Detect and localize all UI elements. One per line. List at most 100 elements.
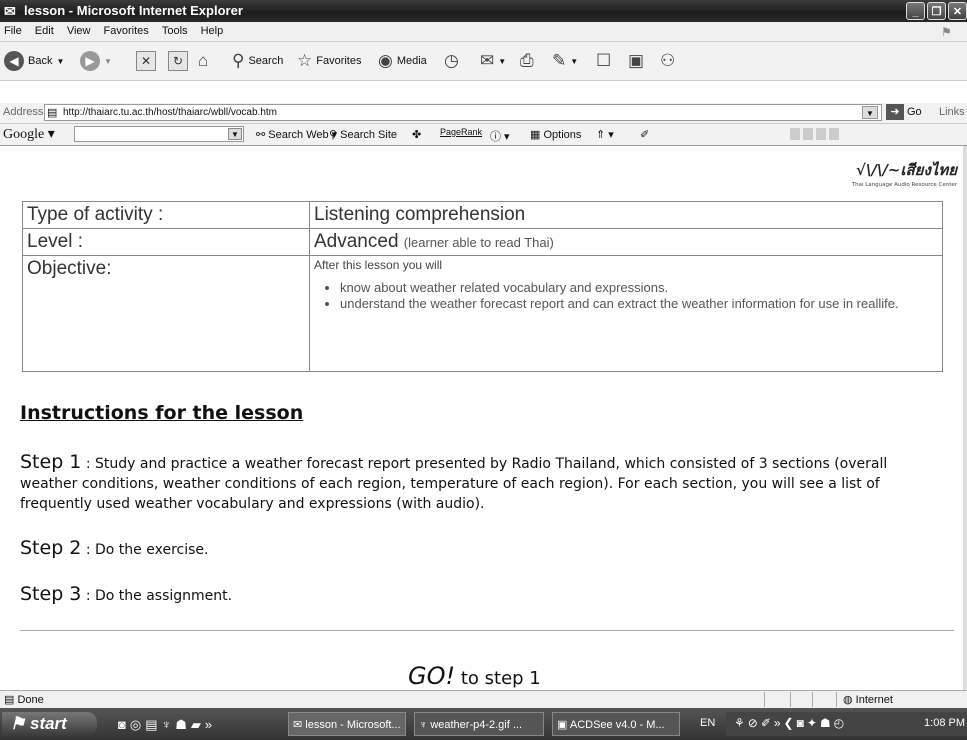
options-button[interactable]: ▦ Options xyxy=(530,128,581,141)
status-separator xyxy=(812,692,813,707)
address-label: Address xyxy=(3,106,44,118)
go-button[interactable]: ➜ Go xyxy=(886,104,934,122)
back-arrow-icon: ◀ xyxy=(4,51,24,71)
menu-view[interactable]: View xyxy=(67,22,91,41)
favorites-button[interactable]: ☆ Favorites xyxy=(297,49,362,73)
stop-button[interactable]: ✕ xyxy=(136,49,156,73)
go-arrow-icon: ➜ xyxy=(886,104,904,120)
mail-dropdown-icon: ▼ xyxy=(498,56,507,66)
menu-tools[interactable]: Tools xyxy=(162,22,188,41)
instructions-heading: Instructions for the lesson xyxy=(20,402,304,424)
logo-subtitle: Thai Language Audio Resource Center xyxy=(851,182,957,188)
list-item: understand the weather forecast report a… xyxy=(340,296,938,312)
language-indicator[interactable]: EN xyxy=(700,717,715,729)
vertical-scrollbar[interactable] xyxy=(963,146,967,690)
table-row: Type of activity : Listening comprehensi… xyxy=(22,201,943,229)
search-site-button[interactable]: ⚲ Search Site xyxy=(329,128,397,141)
browser-icon[interactable]: ◎ xyxy=(130,717,145,732)
globe-icon: ◍ xyxy=(843,694,853,706)
app-icon[interactable]: ☗ xyxy=(175,717,191,732)
security-zone: ◍ Internet xyxy=(843,694,893,706)
address-url: http://thaiarc.tu.ac.th/host/thaiarc/wbl… xyxy=(63,107,277,118)
address-dropdown-icon[interactable]: ▼ xyxy=(862,106,878,119)
news-icon[interactable]: ✤ xyxy=(412,128,421,141)
search-label: Search xyxy=(248,55,284,67)
app-icon[interactable]: ♆ xyxy=(162,717,176,732)
google-logo[interactable]: Google ▾ xyxy=(3,126,55,143)
up-folder-icon[interactable]: ⇑ ▾ xyxy=(596,128,614,141)
back-button[interactable]: ◀ Back ▼ xyxy=(4,49,64,73)
media-button[interactable]: ◉ Media xyxy=(378,49,427,73)
restore-button[interactable]: ❐ xyxy=(927,2,946,20)
notepad-icon[interactable]: ▤ xyxy=(145,717,161,732)
print-icon: ⎙ xyxy=(520,51,534,70)
menu-file[interactable]: File xyxy=(4,22,22,41)
search-button[interactable]: ⚲ Search xyxy=(232,49,283,73)
go-to-step-1-link[interactable]: GO! to step 1 xyxy=(408,662,541,690)
favorites-label: Favorites xyxy=(316,55,362,67)
discuss-button[interactable]: ☐ xyxy=(596,49,611,73)
start-button[interactable]: ⚑ start xyxy=(2,712,97,736)
edit-button[interactable]: ✎ ▼ xyxy=(552,49,578,73)
back-dropdown-icon: ▼ xyxy=(56,56,65,66)
print-button[interactable]: ⎙ xyxy=(520,49,534,73)
links-button[interactable]: Links xyxy=(939,106,965,118)
objective-list: know about weather related vocabulary an… xyxy=(314,280,938,312)
more-icon[interactable]: » xyxy=(205,717,216,732)
contacts-button[interactable]: ⚇ xyxy=(660,49,675,73)
edit-dropdown-icon: ▼ xyxy=(570,56,579,66)
status-separator xyxy=(764,692,765,707)
step-text: : Do the exercise. xyxy=(85,542,209,558)
level-value: Advanced xyxy=(314,231,399,252)
google-dropdown-icon[interactable]: ▼ xyxy=(228,128,242,140)
folder-icon[interactable]: ▰ xyxy=(191,717,205,732)
options-icon: ▦ xyxy=(530,129,541,141)
info-icon[interactable]: ⓘ ▾ xyxy=(490,128,510,144)
highlighter-icon[interactable]: ✐ xyxy=(640,128,649,141)
forward-arrow-icon: ▶ xyxy=(80,51,100,71)
menu-favorites[interactable]: Favorites xyxy=(104,22,149,41)
go-to-text: to step 1 xyxy=(460,668,541,689)
mail-icon: ✉ xyxy=(480,51,495,70)
desktop-icon[interactable]: ◙ xyxy=(118,717,130,732)
binoculars-icon: ⚯ xyxy=(256,129,266,141)
level-label: Level : xyxy=(22,228,310,256)
minimize-button[interactable]: _ xyxy=(906,2,925,20)
mail-button[interactable]: ✉ ▼ xyxy=(480,49,506,73)
status-text: ▤ Done xyxy=(4,694,44,706)
menu-help[interactable]: Help xyxy=(201,22,224,41)
page-icon: ▤ xyxy=(47,107,58,119)
forward-button[interactable]: ▶ ▼ xyxy=(80,49,112,73)
clock: 1:08 PM xyxy=(924,717,965,729)
objective-cell: After this lesson you will know about we… xyxy=(309,255,943,372)
refresh-button[interactable]: ↻ xyxy=(168,49,188,73)
refresh-icon: ↻ xyxy=(168,51,188,71)
waveform-icon: √\/\/~ xyxy=(856,161,901,179)
home-button[interactable]: ⌂ xyxy=(198,49,208,73)
type-value: Listening comprehension xyxy=(309,201,943,229)
history-icon: ◷ xyxy=(444,51,459,70)
lesson-info-table: Type of activity : Listening comprehensi… xyxy=(22,201,943,372)
history-button[interactable]: ◷ xyxy=(444,49,459,73)
tray-icons[interactable]: ⚘⊘✐»❮◙✦☗◴ xyxy=(734,716,847,730)
step-label: Step 1 xyxy=(20,451,82,473)
taskbar: ⚑ start ◙◎▤♆☗▰» ✉ lesson - Microsoft... … xyxy=(0,708,967,740)
messenger-button[interactable]: ▣ xyxy=(628,49,644,73)
step-2: Step 2 : Do the exercise. xyxy=(20,538,945,560)
search-web-button[interactable]: ⚯ Search Web ▾ xyxy=(256,128,337,141)
page-done-icon: ▤ xyxy=(4,694,15,706)
forward-dropdown-icon: ▼ xyxy=(104,56,112,66)
window-controls: _ ❐ ✕ xyxy=(906,2,967,20)
status-separator xyxy=(790,692,791,707)
task-weather-gif[interactable]: ♆ weather-p4-2.gif ... xyxy=(414,712,544,736)
task-lesson[interactable]: ✉ lesson - Microsoft... xyxy=(288,712,406,736)
media-label: Media xyxy=(396,55,427,67)
address-input[interactable]: ▤ http://thaiarc.tu.ac.th/host/thaiarc/w… xyxy=(44,104,882,121)
address-bar: Address ▤ http://thaiarc.tu.ac.th/host/t… xyxy=(0,103,967,124)
menu-edit[interactable]: Edit xyxy=(35,22,54,41)
task-acdsee[interactable]: ▣ ACDSee v4.0 - M... xyxy=(552,712,680,736)
close-button[interactable]: ✕ xyxy=(948,2,967,20)
step-1: Step 1 : Study and practice a weather fo… xyxy=(20,452,945,514)
google-search-input[interactable] xyxy=(74,126,244,142)
site-logo[interactable]: √\/\/~เสียงไทย Thai Language Audio Resou… xyxy=(833,158,957,188)
